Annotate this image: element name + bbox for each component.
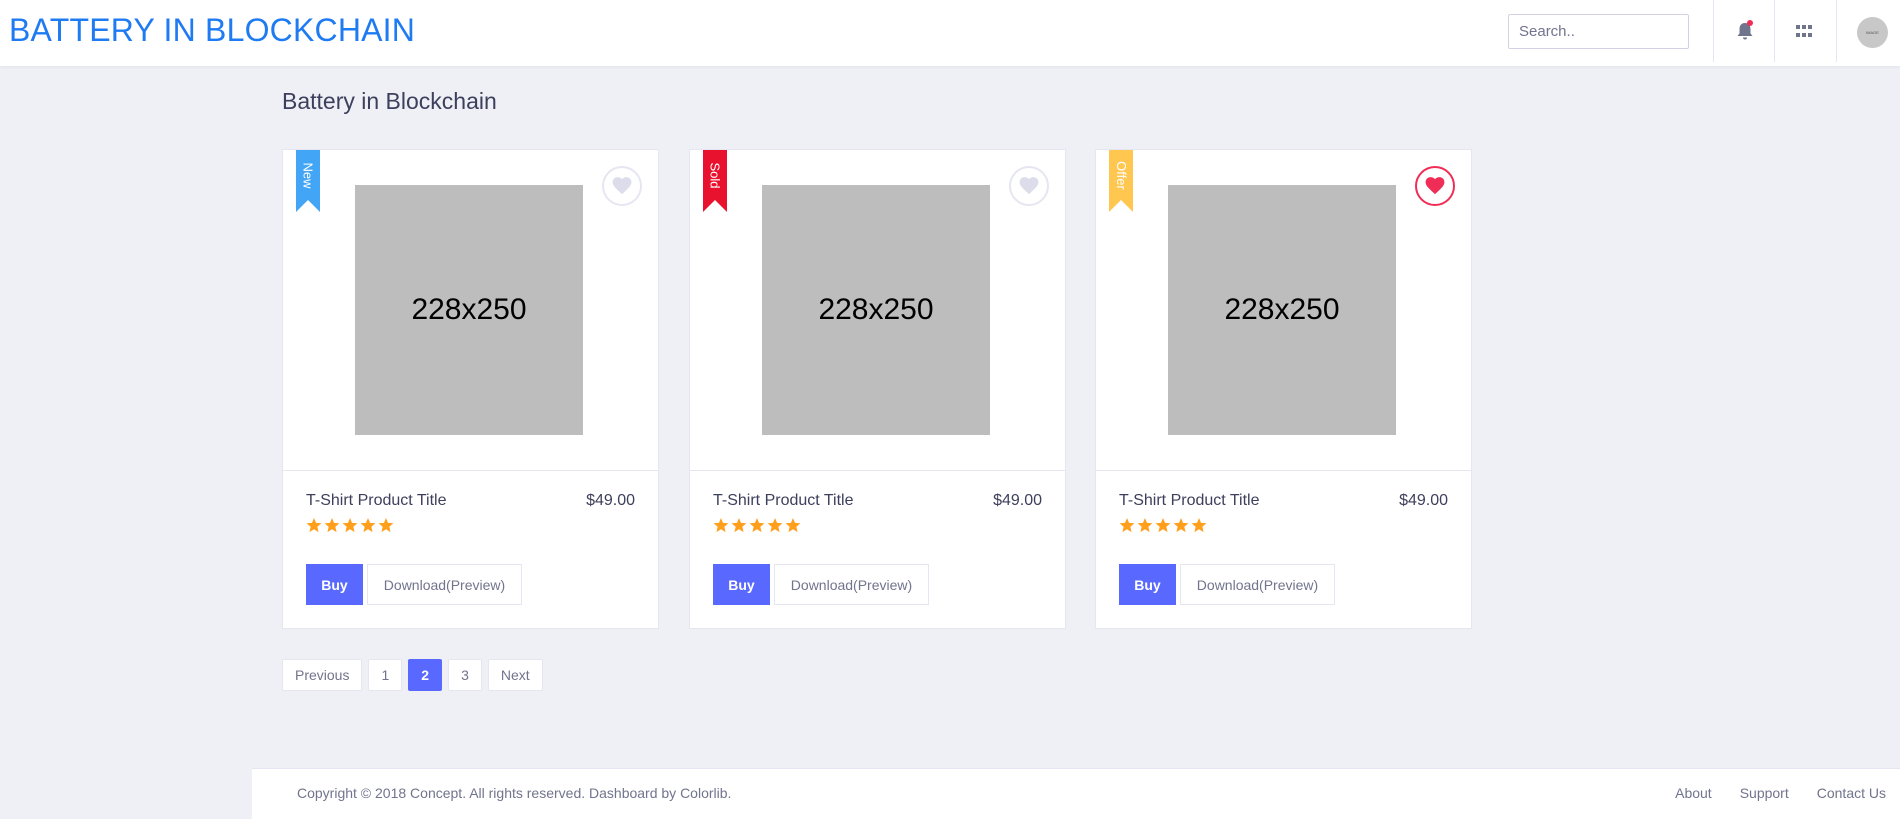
star-icon	[1119, 518, 1135, 533]
card-divider	[690, 470, 1065, 471]
star-icon	[306, 518, 322, 533]
rating-stars	[306, 518, 394, 533]
ribbon-label: Offer	[1113, 160, 1129, 190]
star-icon	[749, 518, 765, 533]
footer-link-contact[interactable]: Contact Us	[1817, 785, 1886, 801]
pagination-next[interactable]: Next	[487, 659, 543, 691]
footer-link-support[interactable]: Support	[1740, 785, 1789, 801]
footer: Copyright © 2018 Concept. All rights res…	[252, 768, 1900, 819]
header-divider	[1713, 0, 1714, 62]
star-icon	[378, 518, 394, 533]
pagination-page-1[interactable]: 1	[368, 659, 403, 691]
rating-stars	[1119, 518, 1207, 533]
top-navbar: BATTERY IN BLOCKCHAIN IMAGE	[0, 0, 1900, 66]
ribbon-label: Sold	[707, 161, 723, 189]
star-icon	[1191, 518, 1207, 533]
star-icon	[1155, 518, 1171, 533]
pagination-page-3[interactable]: 3	[448, 659, 482, 691]
buy-button[interactable]: Buy	[306, 564, 363, 605]
heart-icon	[1425, 177, 1445, 195]
product-title[interactable]: T-Shirt Product Title	[306, 492, 447, 510]
brand-logo[interactable]: BATTERY IN BLOCKCHAIN	[9, 12, 415, 49]
footer-copyright: Copyright © 2018 Concept. All rights res…	[297, 785, 732, 801]
product-image-placeholder: 228x250	[1168, 185, 1396, 435]
header-divider	[1774, 0, 1775, 62]
star-icon	[731, 518, 747, 533]
buy-button[interactable]: Buy	[1119, 564, 1176, 605]
favorite-button[interactable]	[1009, 166, 1049, 206]
product-card: Sold 228x250 T-Shirt Product Title $49.00 Bu…	[689, 149, 1066, 629]
notifications-button[interactable]	[1735, 20, 1755, 42]
pagination: Previous 1 2 3 Next	[282, 659, 543, 691]
page-title: Battery in Blockchain	[282, 88, 497, 114]
product-image-placeholder: 228x250	[762, 185, 990, 435]
ribbon-label: New	[300, 161, 316, 189]
star-icon	[1137, 518, 1153, 533]
download-preview-button[interactable]: Download(Preview)	[774, 564, 929, 605]
buy-button[interactable]: Buy	[713, 564, 770, 605]
product-title[interactable]: T-Shirt Product Title	[713, 492, 854, 510]
footer-link-about[interactable]: About	[1675, 785, 1712, 801]
bell-icon	[1737, 20, 1753, 40]
card-divider	[283, 470, 658, 471]
product-card: New 228x250 T-Shirt Product Title $49.00 Buy…	[282, 149, 659, 629]
product-image-placeholder: 228x250	[355, 185, 583, 435]
user-avatar[interactable]: IMAGE	[1857, 17, 1888, 48]
notification-dot	[1747, 20, 1753, 26]
product-card: Offer 228x250 T-Shirt Product Title $49.00 B…	[1095, 149, 1472, 629]
star-icon	[1173, 518, 1189, 533]
header-divider	[1836, 0, 1837, 62]
download-preview-button[interactable]: Download(Preview)	[1180, 564, 1335, 605]
star-icon	[785, 518, 801, 533]
apps-grid-icon[interactable]	[1796, 25, 1812, 39]
star-icon	[342, 518, 358, 533]
download-preview-button[interactable]: Download(Preview)	[367, 564, 522, 605]
heart-icon	[612, 177, 632, 195]
search-input[interactable]	[1508, 14, 1689, 49]
product-price: $49.00	[993, 492, 1042, 509]
star-icon	[324, 518, 340, 533]
pagination-page-2[interactable]: 2	[408, 659, 443, 691]
heart-icon	[1019, 177, 1039, 195]
product-price: $49.00	[1399, 492, 1448, 509]
rating-stars	[713, 518, 801, 533]
product-price: $49.00	[586, 492, 635, 509]
favorite-button[interactable]	[1415, 166, 1455, 206]
footer-links: About Support Contact Us	[1675, 785, 1886, 801]
card-divider	[1096, 470, 1471, 471]
pagination-previous[interactable]: Previous	[282, 659, 363, 691]
star-icon	[767, 518, 783, 533]
star-icon	[360, 518, 376, 533]
product-title[interactable]: T-Shirt Product Title	[1119, 492, 1260, 510]
favorite-button[interactable]	[602, 166, 642, 206]
star-icon	[713, 518, 729, 533]
